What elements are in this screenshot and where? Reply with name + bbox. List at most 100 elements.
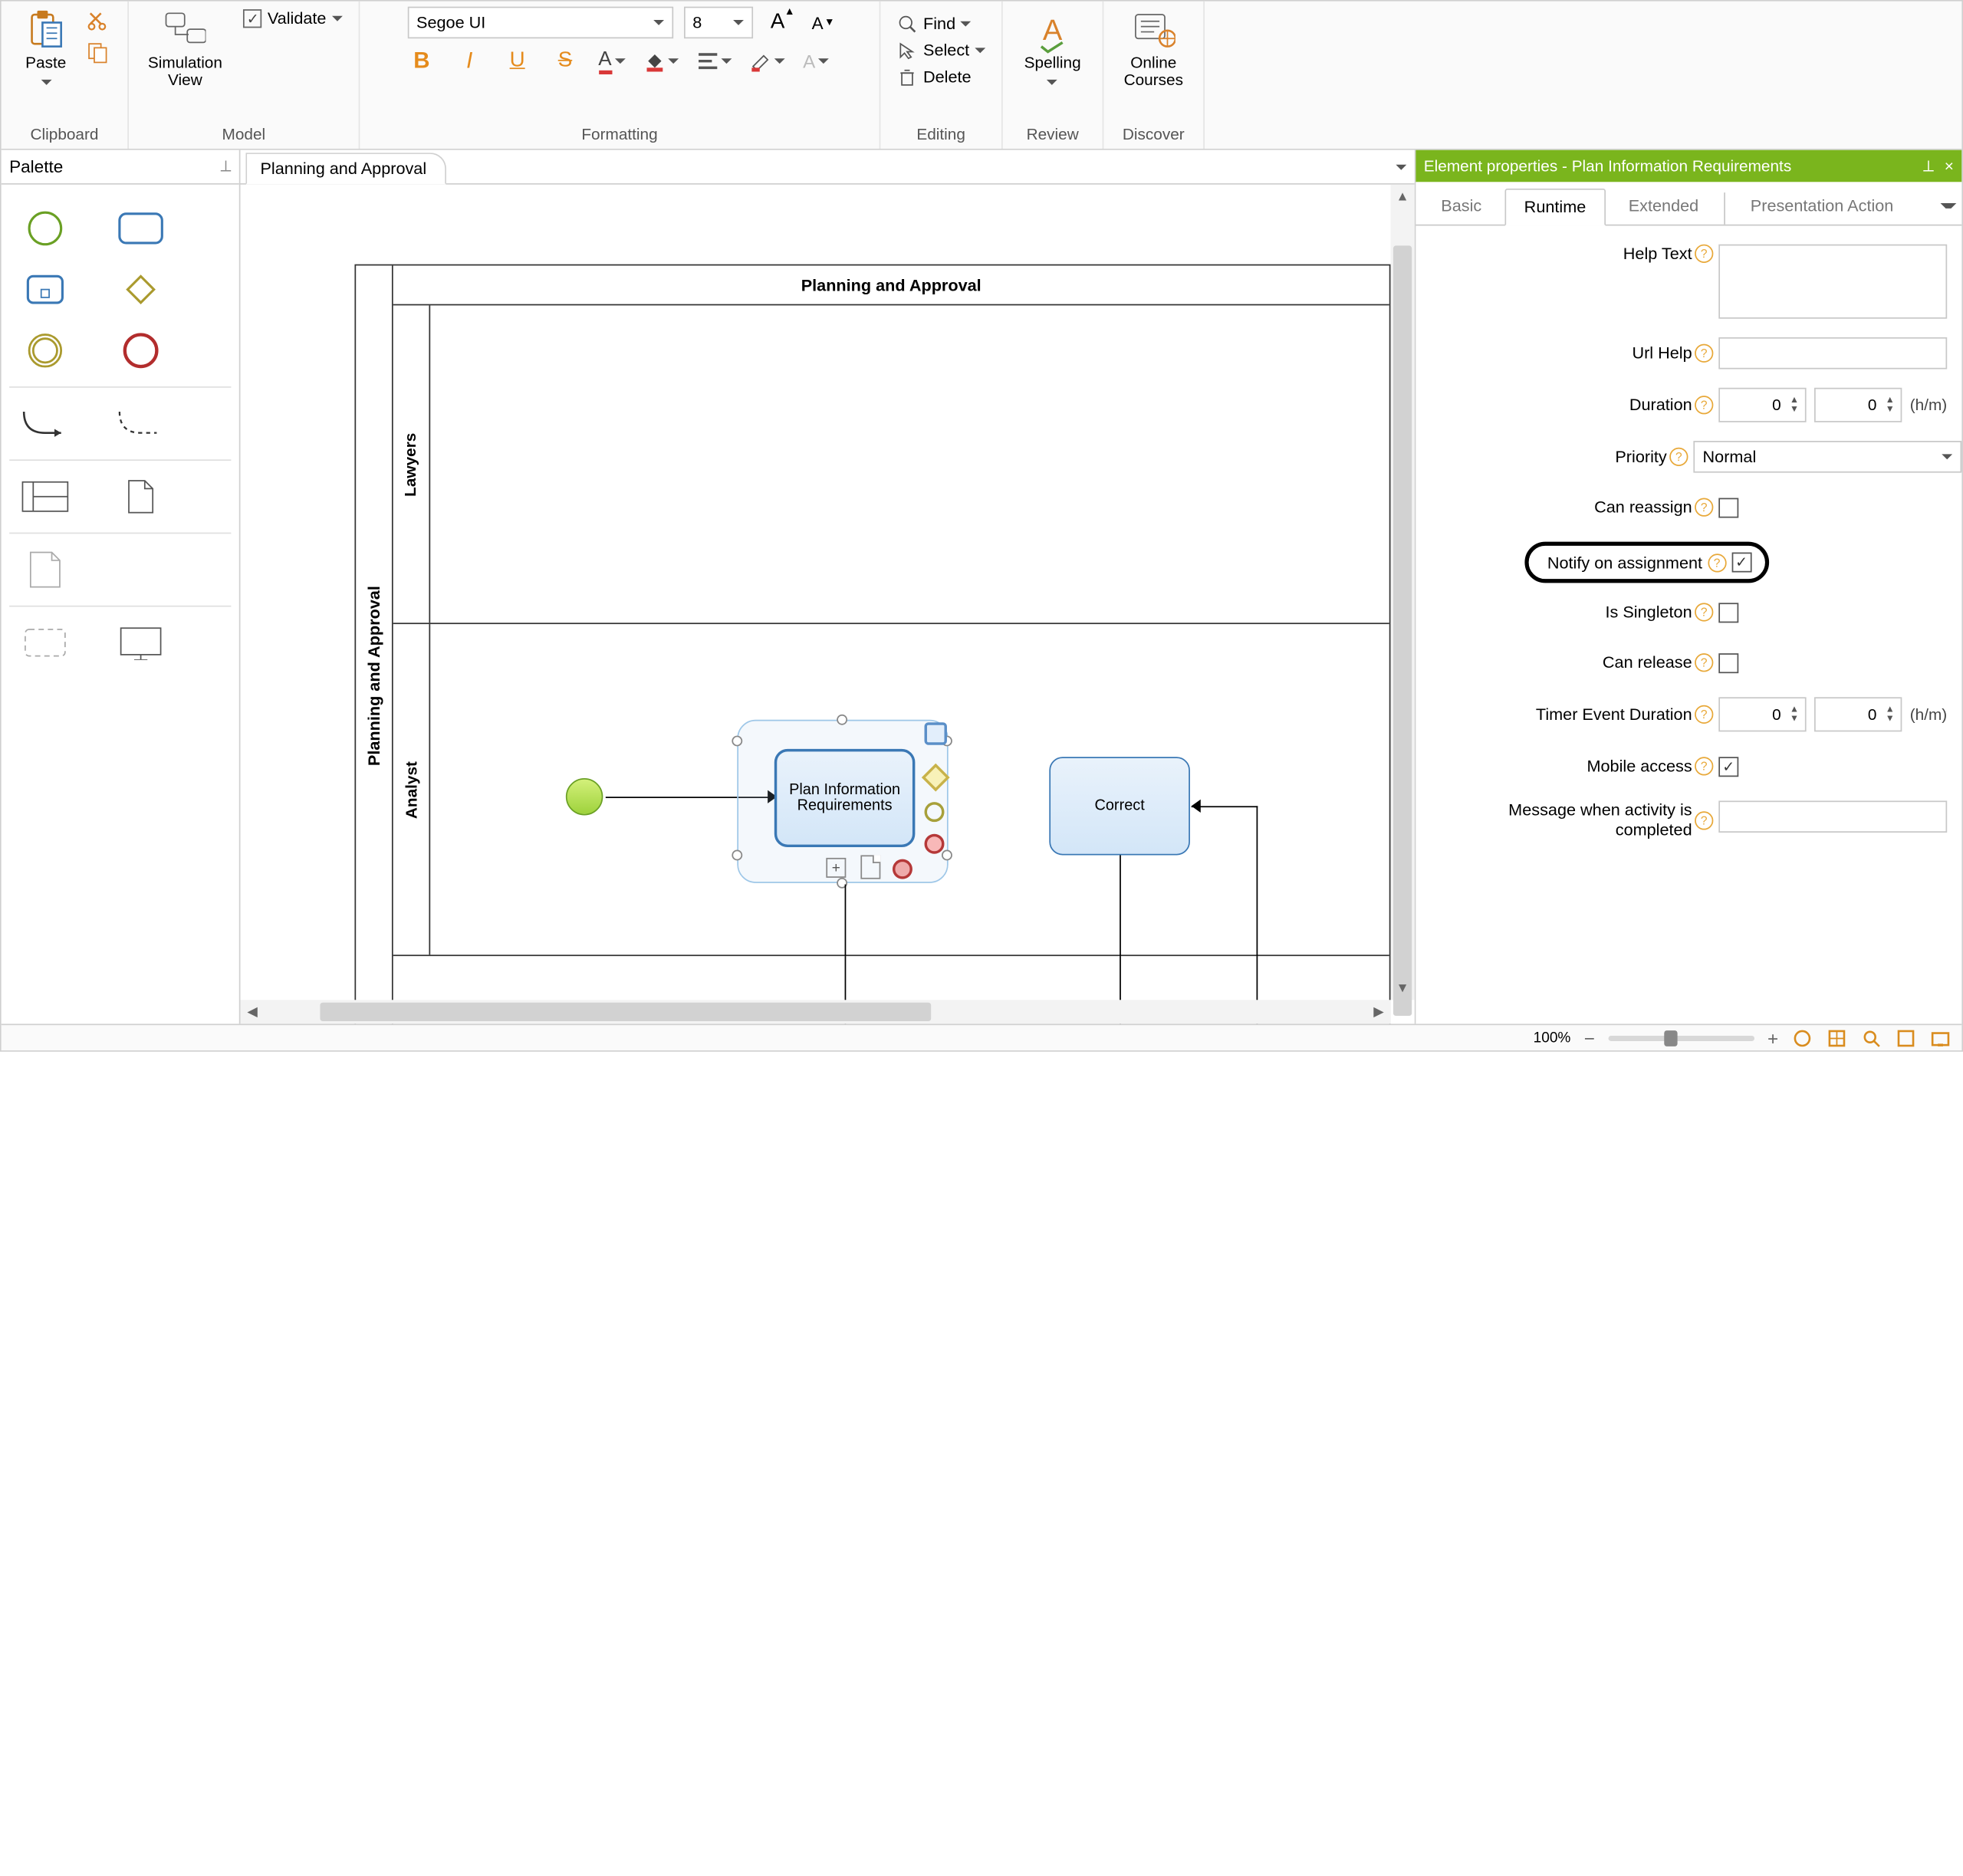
palette-gateway[interactable] bbox=[116, 272, 166, 307]
help-icon[interactable]: ? bbox=[1695, 245, 1713, 263]
attach-end2-icon[interactable] bbox=[893, 859, 915, 882]
attach-task-icon[interactable] bbox=[925, 722, 947, 744]
underline-button[interactable]: U bbox=[503, 47, 532, 76]
canvas-viewport[interactable]: Planning and Approval Planning and Appro… bbox=[241, 185, 1415, 1024]
palette-sequence-flow[interactable] bbox=[20, 406, 71, 441]
help-icon[interactable]: ? bbox=[1695, 811, 1713, 830]
view-mode-3[interactable] bbox=[1861, 1027, 1882, 1049]
palette-start-event[interactable] bbox=[20, 211, 71, 245]
cut-button[interactable] bbox=[83, 7, 112, 36]
palette-group[interactable] bbox=[20, 626, 71, 660]
help-icon[interactable]: ? bbox=[1695, 653, 1713, 672]
paste-button[interactable]: Paste bbox=[17, 7, 75, 93]
attach-gateway-icon[interactable] bbox=[926, 767, 948, 790]
help-icon[interactable]: ? bbox=[1669, 448, 1688, 466]
palette-image[interactable] bbox=[116, 626, 166, 660]
task-correct[interactable]: Correct bbox=[1049, 757, 1190, 855]
view-mode-1[interactable] bbox=[1792, 1027, 1813, 1049]
help-icon[interactable]: ? bbox=[1708, 553, 1726, 571]
select-button[interactable]: Select bbox=[896, 38, 985, 62]
horizontal-scrollbar[interactable]: ◀ ▶ bbox=[241, 1000, 1391, 1023]
timer-mins-input[interactable]: 0▲▼ bbox=[1814, 697, 1902, 731]
increase-font-button[interactable]: A▲ bbox=[763, 8, 792, 37]
palette-end-event[interactable] bbox=[116, 333, 166, 368]
italic-button[interactable]: I bbox=[455, 47, 484, 76]
slider-knob[interactable] bbox=[1664, 1030, 1677, 1046]
clear-format-button[interactable]: A bbox=[803, 51, 829, 72]
sequence-flow[interactable] bbox=[1257, 806, 1258, 956]
sequence-flow[interactable] bbox=[1120, 855, 1121, 956]
selection-handle[interactable] bbox=[732, 736, 742, 747]
msg-complete-input[interactable] bbox=[1718, 800, 1947, 833]
sequence-flow[interactable] bbox=[1192, 806, 1258, 807]
copy-button[interactable] bbox=[83, 38, 112, 67]
can-release-checkbox[interactable] bbox=[1718, 652, 1738, 672]
spelling-button[interactable]: A Spelling bbox=[1016, 7, 1089, 93]
palette-subprocess[interactable] bbox=[20, 272, 71, 307]
decrease-font-button[interactable]: A▼ bbox=[803, 8, 832, 37]
vertical-scrollbar[interactable]: ▲ ▼ bbox=[1390, 185, 1414, 1000]
sequence-flow[interactable] bbox=[845, 885, 847, 957]
chevron-down-icon[interactable] bbox=[1396, 164, 1406, 169]
close-icon[interactable]: × bbox=[1945, 156, 1954, 176]
online-courses-button[interactable]: Online Courses bbox=[1116, 7, 1191, 93]
help-icon[interactable]: ? bbox=[1695, 757, 1713, 775]
singleton-checkbox[interactable] bbox=[1718, 602, 1738, 622]
pin-icon[interactable]: ⟂ bbox=[1923, 156, 1934, 176]
highlight-button[interactable] bbox=[750, 51, 784, 72]
font-size-select[interactable]: 8 bbox=[683, 7, 752, 39]
bold-button[interactable]: B bbox=[407, 47, 436, 76]
help-icon[interactable]: ? bbox=[1695, 603, 1713, 621]
help-text-input[interactable] bbox=[1718, 245, 1947, 319]
mobile-checkbox[interactable] bbox=[1718, 756, 1738, 776]
duration-hours-input[interactable]: 0▲▼ bbox=[1718, 388, 1806, 422]
help-icon[interactable]: ? bbox=[1695, 344, 1713, 363]
timer-hours-input[interactable]: 0▲▼ bbox=[1718, 697, 1806, 731]
scroll-right-icon[interactable]: ▶ bbox=[1366, 1000, 1390, 1023]
scroll-thumb[interactable] bbox=[1393, 245, 1412, 1016]
attach-intermediate-icon[interactable] bbox=[925, 802, 947, 824]
scroll-thumb[interactable] bbox=[320, 1003, 931, 1021]
tab-basic[interactable]: Basic bbox=[1421, 187, 1501, 224]
scroll-down-icon[interactable]: ▼ bbox=[1390, 976, 1414, 1000]
simulation-view-button[interactable]: Simulation View bbox=[140, 7, 230, 93]
help-icon[interactable]: ? bbox=[1695, 498, 1713, 517]
zoom-out-button[interactable]: − bbox=[1584, 1027, 1595, 1049]
help-icon[interactable]: ? bbox=[1695, 396, 1713, 414]
notify-checkbox[interactable] bbox=[1731, 553, 1751, 573]
pin-icon[interactable]: ⟂ bbox=[220, 156, 231, 176]
palette-pool[interactable] bbox=[20, 479, 71, 514]
view-mode-2[interactable] bbox=[1827, 1027, 1848, 1049]
find-button[interactable]: Find bbox=[896, 12, 985, 36]
task-plan[interactable]: Plan Information Requirements bbox=[774, 749, 916, 847]
start-event[interactable] bbox=[566, 778, 603, 815]
palette-annotation[interactable] bbox=[20, 553, 71, 587]
duration-mins-input[interactable]: 0▲▼ bbox=[1814, 388, 1902, 422]
palette-intermediate-event[interactable] bbox=[20, 333, 71, 368]
url-help-input[interactable] bbox=[1718, 337, 1947, 370]
lane-analyst[interactable]: Analyst bbox=[393, 624, 1389, 956]
tab-presentation-action[interactable]: Presentation Action bbox=[1731, 187, 1914, 224]
zoom-in-button[interactable]: + bbox=[1767, 1027, 1778, 1049]
align-button[interactable] bbox=[696, 52, 731, 71]
selection-handle[interactable] bbox=[837, 715, 847, 725]
palette-data-object[interactable] bbox=[116, 479, 166, 514]
doc-tab[interactable]: Planning and Approval bbox=[245, 153, 446, 185]
attach-expand-icon[interactable]: + bbox=[826, 858, 848, 880]
font-family-select[interactable]: Segoe UI bbox=[407, 7, 672, 39]
bpmn-pool[interactable]: Planning and Approval Planning and Appro… bbox=[354, 264, 1390, 1024]
font-color-button[interactable]: A bbox=[598, 48, 625, 74]
chevron-down-icon[interactable] bbox=[1941, 203, 1957, 209]
fill-color-button[interactable] bbox=[643, 51, 678, 72]
zoom-slider[interactable] bbox=[1608, 1035, 1754, 1040]
can-reassign-checkbox[interactable] bbox=[1718, 498, 1738, 517]
attach-end-icon[interactable] bbox=[925, 834, 947, 856]
selection-handle[interactable] bbox=[732, 850, 742, 861]
validate-button[interactable]: Validate bbox=[238, 7, 347, 31]
lane-lawyers[interactable]: Lawyers bbox=[393, 305, 1389, 624]
palette-task[interactable] bbox=[116, 211, 166, 245]
palette-association[interactable] bbox=[116, 406, 166, 441]
delete-button[interactable]: Delete bbox=[896, 65, 985, 89]
scroll-up-icon[interactable]: ▲ bbox=[1390, 185, 1414, 209]
tab-extended[interactable]: Extended bbox=[1609, 187, 1718, 224]
